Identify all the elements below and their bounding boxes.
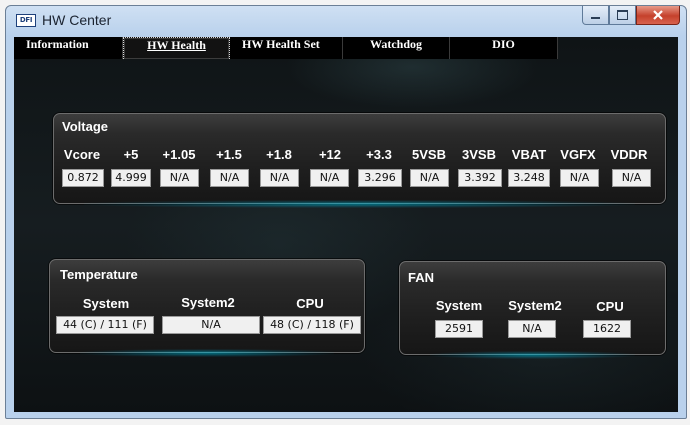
hw-center-window: DFI HW Center Information HW Health HW H… <box>5 5 687 419</box>
temperature-group: Temperature System System2 CPU 44 (C) / … <box>49 259 365 357</box>
voltage-label-1v05: +1.05 <box>162 147 196 162</box>
voltage-label-vcore: Vcore <box>63 147 101 162</box>
voltage-value-1v8: N/A <box>260 169 299 187</box>
voltage-value-3vsb: 3.392 <box>458 169 502 187</box>
temperature-label-cpu: CPU <box>296 296 324 311</box>
voltage-label-3v3: +3.3 <box>366 147 392 162</box>
voltage-label-1v8: +1.8 <box>266 147 292 162</box>
tab-hw-health[interactable]: HW Health <box>123 37 230 59</box>
close-icon <box>653 10 663 20</box>
fan-value-system2: N/A <box>508 320 556 338</box>
voltage-label-vbat: VBAT <box>511 147 547 162</box>
temperature-group-title: Temperature <box>60 267 138 282</box>
voltage-value-vbat: 3.248 <box>508 169 550 187</box>
fan-group-title: FAN <box>408 270 434 285</box>
minimize-button[interactable] <box>582 6 609 25</box>
voltage-group: Voltage Vcore +5 +1.05 +1.5 +1.8 +12 +3.… <box>53 113 666 208</box>
close-button[interactable] <box>636 6 680 25</box>
maximize-icon <box>617 10 628 20</box>
tab-bar: Information HW Health HW Health Set Watc… <box>14 37 558 59</box>
voltage-label-12v: +12 <box>318 147 342 162</box>
voltage-value-1v5: N/A <box>210 169 249 187</box>
tab-hw-health-set[interactable]: HW Health Set <box>230 37 343 59</box>
voltage-value-vgfx: N/A <box>560 169 599 187</box>
voltage-label-vddr: VDDR <box>610 147 648 162</box>
tab-information[interactable]: Information <box>14 37 123 59</box>
fan-label-cpu: CPU <box>596 299 624 314</box>
temperature-label-system: System <box>82 296 130 311</box>
temperature-value-system2: N/A <box>162 316 260 334</box>
voltage-label-1v5: +1.5 <box>216 147 242 162</box>
tab-watchdog[interactable]: Watchdog <box>343 37 450 59</box>
fan-value-system: 2591 <box>435 320 483 338</box>
fan-group: FAN System System2 CPU 2591 N/A 1622 <box>399 261 666 359</box>
client-area: Information HW Health HW Health Set Watc… <box>14 37 678 412</box>
voltage-value-3v3: 3.296 <box>358 169 402 187</box>
voltage-group-title: Voltage <box>62 119 108 134</box>
caption-buttons <box>582 6 680 26</box>
window-title: HW Center <box>42 12 112 28</box>
temperature-value-system: 44 (C) / 111 (F) <box>56 316 154 334</box>
voltage-label-3vsb: 3VSB <box>462 147 496 162</box>
voltage-value-1v05: N/A <box>160 169 199 187</box>
app-logo-icon: DFI <box>16 14 36 27</box>
voltage-value-12v: N/A <box>310 169 349 187</box>
fan-label-system2: System2 <box>508 298 562 313</box>
tab-dio[interactable]: DIO <box>450 37 558 59</box>
maximize-button[interactable] <box>609 6 636 25</box>
voltage-label-vgfx: VGFX <box>560 147 596 162</box>
fan-label-system: System <box>435 298 483 313</box>
temperature-value-cpu: 48 (C) / 118 (F) <box>263 316 361 334</box>
title-bar[interactable]: DFI HW Center <box>6 6 686 36</box>
voltage-value-5v: 4.999 <box>111 169 151 187</box>
temperature-label-system2: System2 <box>181 295 235 310</box>
voltage-value-vcore: 0.872 <box>62 169 104 187</box>
voltage-label-5v: +5 <box>123 147 139 162</box>
voltage-value-vddr: N/A <box>612 169 651 187</box>
voltage-label-5vsb: 5VSB <box>412 147 446 162</box>
minimize-icon <box>591 17 600 19</box>
voltage-value-5vsb: N/A <box>410 169 449 187</box>
fan-value-cpu: 1622 <box>583 320 631 338</box>
